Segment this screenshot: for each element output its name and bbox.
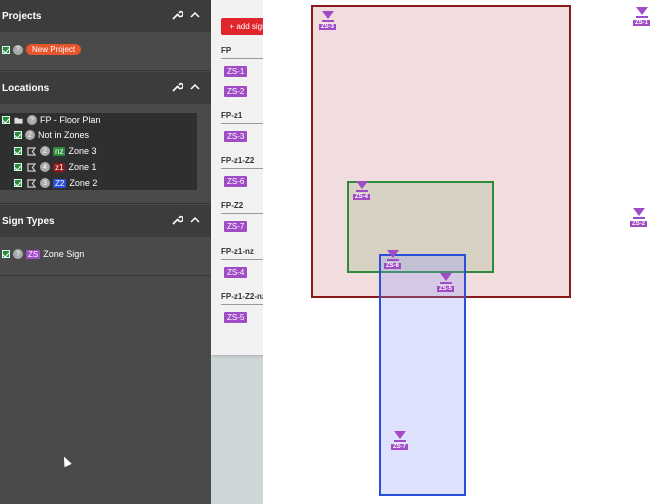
- checkbox[interactable]: [2, 116, 10, 124]
- sign-marker[interactable]: ZS-1: [633, 7, 651, 26]
- checkbox[interactable]: [14, 163, 22, 171]
- sign-pin-icon: [321, 11, 334, 19]
- count-badge: 2: [40, 146, 50, 156]
- sign-chip[interactable]: ZS-2: [224, 86, 248, 97]
- count-badge: ?: [27, 115, 37, 125]
- group-title: FP-z1-Z2-nz: [221, 292, 266, 301]
- zone-polygon-icon: [27, 178, 36, 188]
- sign-type-item[interactable]: ? ZS Zone Sign: [2, 249, 84, 259]
- sign-marker[interactable]: ZS-5: [437, 273, 455, 292]
- sign-marker-label: ZS-7: [391, 444, 409, 450]
- sign-chip[interactable]: ZS-7: [224, 221, 248, 232]
- floor-plan-canvas[interactable]: ZS-3 ZS-1 ZS-4 ZS-2 ZS-6 ZS-5 ZS-7: [263, 0, 670, 504]
- count-badge: ?: [13, 44, 23, 55]
- checkbox[interactable]: [14, 131, 22, 139]
- zone-polygon-icon: [27, 146, 36, 156]
- location-label: Zone 1: [68, 162, 97, 172]
- chevron-up-icon[interactable]: [189, 81, 201, 93]
- group-title: FP-z1: [221, 111, 243, 120]
- location-label: Not in Zones: [38, 130, 90, 140]
- checkbox[interactable]: [14, 179, 22, 187]
- locations-title: Locations: [2, 82, 50, 94]
- sign-chip[interactable]: ZS-6: [224, 176, 248, 187]
- sign-pin-icon: [386, 250, 399, 258]
- divider: [0, 70, 211, 71]
- group-title: FP-Z2: [221, 201, 244, 210]
- sign-pin-icon: [393, 431, 406, 439]
- chevron-up-icon[interactable]: [189, 214, 201, 226]
- location-item-not-in-zones[interactable]: 2 Not in Zones: [14, 130, 89, 140]
- sign-types-header[interactable]: Sign Types: [0, 205, 211, 237]
- zone-polygon-icon: [27, 162, 36, 172]
- count-badge: ?: [13, 249, 23, 259]
- sign-pin-icon: [632, 208, 645, 216]
- wrench-icon[interactable]: [171, 81, 183, 93]
- project-name[interactable]: New Project: [26, 44, 82, 55]
- checkbox[interactable]: [14, 147, 22, 155]
- wrench-icon[interactable]: [171, 9, 183, 21]
- sign-marker-label: ZS-2: [630, 221, 648, 227]
- checkbox[interactable]: [2, 250, 10, 258]
- sign-types-title: Sign Types: [2, 215, 55, 227]
- count-badge: 3: [40, 178, 50, 188]
- project-item[interactable]: ? New Project: [2, 44, 82, 55]
- projects-title: Projects: [2, 10, 42, 22]
- chevron-up-icon[interactable]: [189, 9, 201, 21]
- folder-open-icon: [14, 117, 23, 124]
- sign-marker-label: ZS-6: [384, 263, 402, 269]
- group-title: FP: [221, 46, 232, 55]
- location-item-zone-1[interactable]: 4 z1 Zone 1: [14, 162, 96, 172]
- count-badge: 4: [40, 162, 50, 172]
- location-label: FP - Floor Plan: [40, 115, 101, 125]
- group-title: FP-z1-Z2: [221, 156, 255, 165]
- sign-pin-icon: [355, 181, 368, 189]
- sign-pin-icon: [439, 273, 452, 281]
- wrench-icon[interactable]: [171, 214, 183, 226]
- location-item-zone-2[interactable]: 3 Z2 Zone 2: [14, 178, 97, 188]
- projects-header[interactable]: Projects: [0, 0, 211, 32]
- location-label: Zone 2: [69, 178, 98, 188]
- sign-marker-label: ZS-3: [319, 24, 337, 30]
- sign-marker-label: ZS-1: [633, 20, 651, 26]
- sign-type-tag: ZS: [26, 249, 41, 259]
- sign-chip[interactable]: ZS-4: [224, 267, 248, 278]
- sidebar: Projects ? New Project Locations ? FP - …: [0, 0, 211, 504]
- sign-marker[interactable]: ZS-6: [384, 250, 402, 269]
- checkbox[interactable]: [2, 45, 10, 54]
- zone-tag: z1: [53, 162, 66, 172]
- zone-tag: nz: [53, 146, 66, 156]
- sign-chip[interactable]: ZS-5: [224, 312, 248, 323]
- sign-chip[interactable]: ZS-1: [224, 66, 248, 77]
- location-item-zone-3[interactable]: 2 nz Zone 3: [14, 146, 96, 156]
- count-badge: 2: [25, 130, 35, 140]
- sign-marker[interactable]: ZS-3: [319, 11, 337, 30]
- group-title: FP-z1-nz: [221, 247, 254, 256]
- sign-chip[interactable]: ZS-3: [224, 131, 248, 142]
- sign-marker[interactable]: ZS-4: [353, 181, 371, 200]
- mouse-cursor: [60, 454, 72, 468]
- location-label: Zone 3: [68, 146, 97, 156]
- sign-type-label: Zone Sign: [43, 249, 85, 259]
- zone-tag: Z2: [53, 178, 67, 188]
- divider: [0, 203, 211, 204]
- location-root[interactable]: ? FP - Floor Plan: [2, 115, 100, 125]
- sign-marker-label: ZS-5: [437, 286, 455, 292]
- divider: [0, 275, 211, 276]
- sign-marker[interactable]: ZS-7: [391, 431, 409, 450]
- sign-marker[interactable]: ZS-2: [630, 208, 648, 227]
- sign-pin-icon: [635, 7, 648, 15]
- locations-header[interactable]: Locations: [0, 72, 211, 104]
- sign-marker-label: ZS-4: [353, 194, 371, 200]
